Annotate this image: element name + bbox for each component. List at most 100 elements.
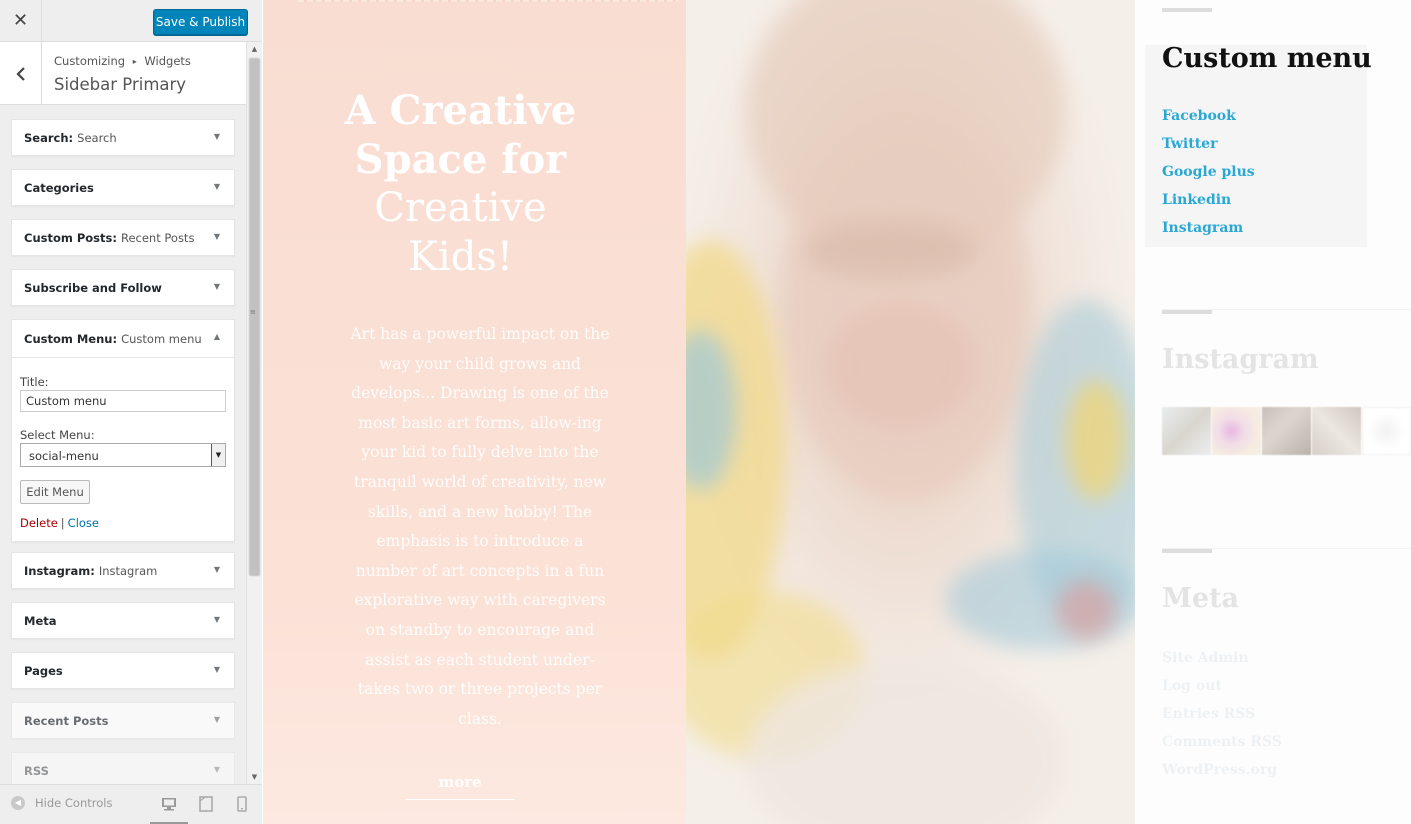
hero-text-panel: A Creative Space for Creative Kids! Art …	[263, 0, 686, 824]
widget-title: Search	[24, 131, 69, 145]
widget-custom-posts[interactable]: Custom Posts: Recent Posts ▼	[11, 219, 235, 256]
preview-mobile-icon[interactable]	[232, 795, 252, 813]
caret-down-icon[interactable]: ▼	[214, 182, 220, 191]
meta-link-wordpress-org[interactable]: WordPress.org	[1162, 762, 1277, 778]
widget-meta[interactable]: Meta ▼	[11, 602, 235, 639]
delete-link[interactable]: Delete	[20, 516, 58, 530]
caret-up-icon[interactable]: ▲	[214, 332, 220, 341]
instagram-thumbnail[interactable]	[1262, 407, 1311, 455]
menu-link-facebook[interactable]: Facebook	[1162, 108, 1236, 124]
hero-title-light: Creative Kids!	[374, 185, 547, 280]
widget-instance-title: Instagram	[98, 564, 158, 578]
widget-pages[interactable]: Pages ▼	[11, 652, 235, 689]
caret-down-icon[interactable]: ▼	[214, 715, 220, 724]
widget-title: Meta	[24, 614, 57, 628]
instagram-thumbnail[interactable]	[1212, 407, 1261, 455]
edit-menu-button[interactable]: Edit Menu	[20, 480, 90, 504]
collapse-icon: ◀	[11, 796, 25, 810]
widget-title: Instagram	[24, 564, 91, 578]
widget-title: Pages	[24, 664, 63, 678]
close-link[interactable]: Close	[68, 516, 99, 530]
widget-search[interactable]: Search: Search ▼	[11, 119, 235, 156]
caret-down-icon[interactable]: ▼	[214, 765, 220, 774]
meta-link-site-admin[interactable]: Site Admin	[1162, 650, 1249, 666]
widget-rss[interactable]: RSS ▼	[11, 752, 235, 784]
menu-link-instagram[interactable]: Instagram	[1162, 220, 1243, 236]
caret-down-icon[interactable]: ▼	[214, 665, 220, 674]
hero-paragraph: Art has a powerful impact on the way you…	[350, 325, 610, 728]
menu-link-linkedin[interactable]: Linkedin	[1162, 192, 1231, 208]
widget-custom-menu: Custom Menu: Custom menu ▲ Title: Select…	[11, 319, 235, 542]
section-header: Customizing ▸ Widgets Sidebar Primary	[0, 42, 246, 105]
top-decorative-strip	[298, 0, 678, 2]
preview-sidebar: Custom menu Facebook Twitter Google plus…	[1135, 0, 1411, 824]
widget-title: Custom Posts	[24, 231, 113, 245]
customizer-header-actions: ✕ Save & Publish	[0, 0, 262, 42]
hero-title: A Creative Space for Creative Kids!	[333, 86, 588, 282]
widget-recent-posts[interactable]: Recent Posts ▼	[11, 702, 235, 739]
hero-photo	[686, 0, 1135, 824]
menu-link-twitter[interactable]: Twitter	[1162, 136, 1217, 152]
instagram-thumbnail[interactable]	[1162, 407, 1211, 455]
instagram-thumbnail[interactable]	[1362, 407, 1411, 455]
menu-link-google-plus[interactable]: Google plus	[1162, 164, 1255, 180]
widget-header[interactable]: Custom Menu: Custom menu	[24, 332, 202, 346]
select-menu-label: Select Menu:	[20, 428, 95, 442]
caret-down-icon[interactable]: ▼	[214, 232, 220, 241]
scroll-down-icon[interactable]: ▼	[247, 770, 262, 784]
widget-title: Subscribe and Follow	[24, 281, 162, 295]
instagram-thumbnail[interactable]	[1312, 407, 1361, 455]
widget-instance-title: Custom menu	[121, 332, 202, 346]
caret-down-icon[interactable]: ▼	[214, 282, 220, 291]
scrollbar-thumb[interactable]	[249, 58, 260, 576]
hide-controls-button[interactable]: ◀ Hide Controls	[11, 796, 112, 810]
caret-down-icon[interactable]: ▼	[214, 132, 220, 141]
dropdown-arrow-icon[interactable]: ▼	[211, 444, 225, 466]
link-separator: |	[60, 516, 65, 530]
section-title: Sidebar Primary	[54, 75, 187, 94]
breadcrumb-separator-icon: ▸	[132, 57, 137, 66]
chevron-left-icon	[15, 66, 25, 81]
more-link[interactable]: more	[405, 773, 515, 800]
preview-tablet-icon[interactable]	[196, 795, 216, 813]
breadcrumb: Customizing ▸ Widgets	[54, 54, 191, 68]
meta-link-comments-rss[interactable]: Comments RSS	[1162, 734, 1282, 750]
preview-desktop-icon[interactable]	[150, 795, 188, 824]
meta-link-entries-rss[interactable]: Entries RSS	[1162, 706, 1255, 722]
caret-down-icon[interactable]: ▼	[214, 615, 220, 624]
meta-link-log-out[interactable]: Log out	[1162, 678, 1222, 694]
widget-form: Title: Select Menu: social-menu ▼ Edit M…	[12, 357, 234, 542]
customizer-footer: ◀ Hide Controls	[0, 784, 262, 824]
widget-instagram[interactable]: Instagram: Instagram ▼	[11, 552, 235, 589]
widget-title: RSS	[24, 764, 49, 778]
widget-subscribe-follow[interactable]: Subscribe and Follow ▼	[11, 269, 235, 306]
widget-title: Custom Menu	[24, 332, 113, 346]
custom-menu-heading: Custom menu	[1162, 43, 1372, 74]
widget-title: Categories	[24, 181, 94, 195]
widget-categories[interactable]: Categories ▼	[11, 169, 235, 206]
hero-title-bold: A Creative Space for	[344, 87, 577, 183]
widget-actions: Delete | Close	[20, 516, 99, 530]
close-icon[interactable]: ✕	[0, 0, 42, 42]
widget-divider	[1162, 549, 1212, 553]
site-preview[interactable]: A Creative Space for Creative Kids! Art …	[263, 0, 1411, 824]
title-field[interactable]	[20, 390, 226, 412]
widget-divider	[1162, 310, 1212, 314]
title-label: Title:	[20, 375, 49, 389]
breadcrumb-child: Widgets	[144, 54, 191, 68]
widget-instance-title: Recent Posts	[120, 231, 195, 245]
menu-select-value: social-menu	[29, 449, 99, 463]
back-button[interactable]	[0, 42, 42, 105]
meta-heading: Meta	[1162, 583, 1240, 614]
panel-scrollbar[interactable]: ▲ ≡ ▼	[246, 42, 262, 784]
scroll-grip-icon: ≡	[250, 308, 256, 316]
breadcrumb-root: Customizing	[54, 54, 126, 68]
save-publish-button[interactable]: Save & Publish	[153, 9, 248, 35]
caret-down-icon[interactable]: ▼	[214, 565, 220, 574]
widget-title: Recent Posts	[24, 714, 109, 728]
customizer-panel: ✕ Save & Publish Customizing ▸ Widgets S…	[0, 0, 262, 824]
menu-select[interactable]: social-menu ▼	[20, 443, 226, 467]
widget-divider	[1162, 8, 1212, 12]
hide-controls-label: Hide Controls	[35, 796, 113, 810]
scroll-up-icon[interactable]: ▲	[247, 42, 262, 56]
